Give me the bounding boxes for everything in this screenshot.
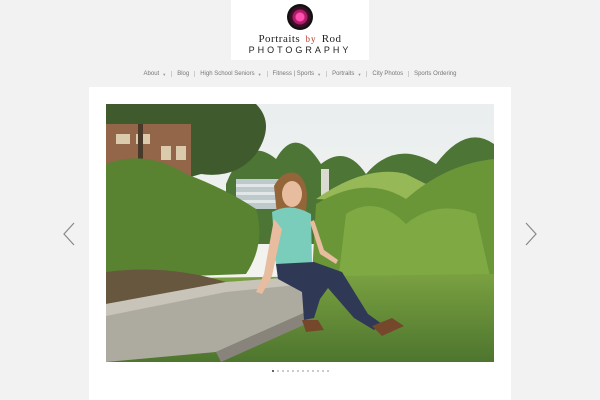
nav-item-blog[interactable]: Blog <box>172 71 194 77</box>
slider-prev-button[interactable] <box>62 222 76 246</box>
slide-dot[interactable] <box>311 370 314 372</box>
slide-dot[interactable] <box>291 370 294 372</box>
nav-item-label: Portraits <box>332 71 355 77</box>
slide-dot[interactable] <box>281 370 284 372</box>
nav-item-portraits[interactable]: Portraits ▼ <box>327 71 366 77</box>
slide-dot[interactable] <box>306 370 309 372</box>
camera-lens-icon <box>287 4 313 30</box>
logo-subtitle: PHOTOGRAPHY <box>248 45 352 55</box>
chevron-left-icon <box>63 222 75 246</box>
slide-dot[interactable] <box>321 370 324 372</box>
caret-down-icon: ▼ <box>357 71 362 77</box>
nav-item-high-school-seniors[interactable]: High School Seniors ▼ <box>195 71 266 77</box>
slide-dot[interactable] <box>271 370 274 372</box>
site-logo[interactable]: Portraits by Rod PHOTOGRAPHY <box>231 0 369 60</box>
nav-item-label: Fitness | Sports <box>272 71 315 77</box>
slide-photo[interactable] <box>106 104 494 362</box>
caret-down-icon: ▼ <box>317 71 322 77</box>
chevron-right-icon <box>525 222 537 246</box>
logo-word-portraits: Portraits <box>258 33 301 45</box>
slide-pagination <box>89 370 511 374</box>
logo-title: Portraits by Rod <box>231 33 369 45</box>
logo-word-rod: Rod <box>321 33 342 45</box>
slide-dot[interactable] <box>296 370 299 372</box>
nav-item-city-photos[interactable]: City Photos <box>367 71 408 77</box>
portrait-photo-illustration <box>106 104 494 362</box>
slideshow-panel <box>89 87 511 400</box>
nav-item-label: Sports Ordering <box>414 71 457 77</box>
slide-dot[interactable] <box>286 370 289 372</box>
slide-dot[interactable] <box>326 370 329 372</box>
slide-dot[interactable] <box>276 370 279 372</box>
nav-item-about[interactable]: About ▼ <box>139 71 172 77</box>
main-nav: About ▼ Blog High School Seniors ▼ Fitness | … <box>0 68 600 80</box>
nav-item-fitness-sports[interactable]: Fitness | Sports ▼ <box>268 71 327 77</box>
slide-dot[interactable] <box>301 370 304 372</box>
caret-down-icon: ▼ <box>257 71 262 77</box>
nav-item-label: High School Seniors <box>200 71 255 77</box>
slider-next-button[interactable] <box>524 222 538 246</box>
caret-down-icon: ▼ <box>162 71 167 77</box>
nav-item-sports-ordering[interactable]: Sports Ordering <box>409 71 461 77</box>
logo-word-by: by <box>305 34 317 44</box>
nav-item-label: About <box>143 71 160 77</box>
slide-dot[interactable] <box>316 370 319 372</box>
nav-item-label: Blog <box>177 71 190 77</box>
nav-item-label: City Photos <box>372 71 404 77</box>
